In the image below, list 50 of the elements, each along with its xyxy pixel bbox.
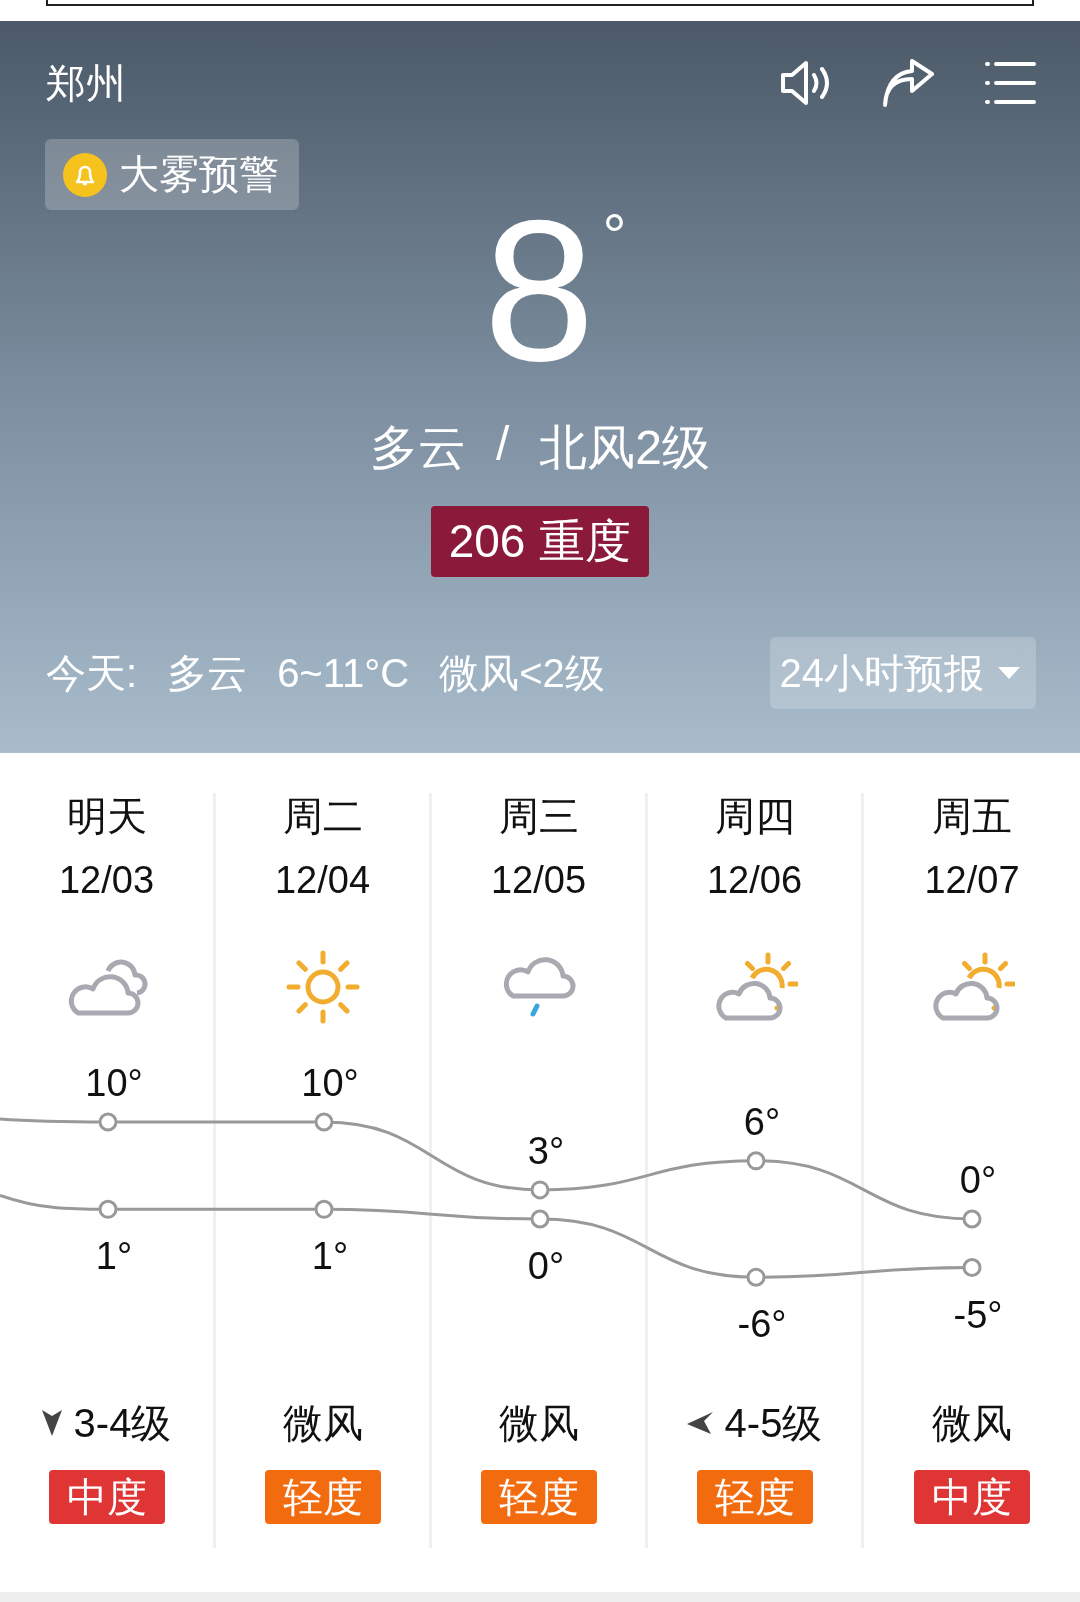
date-label: 12/03: [58, 859, 155, 902]
high-temperature-label: 3°: [527, 1129, 565, 1172]
wind-direction-icon: [41, 1410, 62, 1436]
day-label: 周二: [282, 793, 363, 839]
day-label: 周四: [714, 793, 795, 839]
air-quality-badge: 中度: [48, 1470, 165, 1524]
low-temperature-label: -5°: [953, 1293, 1003, 1336]
wind-level: 3-4级: [73, 1399, 172, 1447]
high-temperature-label: 0°: [959, 1159, 997, 1201]
date-label: 12/05: [490, 859, 587, 902]
low-temperature-label: 1°: [311, 1235, 349, 1278]
temperature-range: 6~11°C: [277, 650, 410, 696]
weather-condition: 多云: [369, 420, 466, 476]
today-condition: 多云: [167, 649, 248, 697]
wind-level: 4-5级: [724, 1399, 823, 1447]
speaker-icon[interactable]: [780, 60, 832, 106]
date-label: 12/07: [924, 859, 1020, 902]
fog-warning-badge[interactable]: 大雾预警: [45, 139, 299, 210]
city-name: 郑州: [46, 59, 127, 107]
menu-icon[interactable]: [984, 60, 1036, 106]
day-label: 周五: [932, 793, 1012, 839]
share-icon[interactable]: [882, 59, 934, 107]
low-temperature-label: 1°: [95, 1235, 133, 1278]
date-label: 12/06: [706, 859, 803, 902]
date-label: 12/04: [274, 859, 371, 902]
wind-info: 北风2级: [539, 420, 710, 476]
current-temperature: 8: [483, 206, 595, 376]
day-label: 明天: [66, 793, 147, 839]
air-quality-badge: 206 重度: [430, 506, 650, 577]
wind-level: 微风: [932, 1399, 1012, 1447]
degree-mark: °: [602, 206, 627, 271]
high-temperature-label: 10°: [301, 1062, 359, 1104]
today-wind: 微风<2级: [439, 649, 605, 697]
today-label: 今天:: [46, 649, 138, 697]
air-quality-badge: 轻度: [480, 1470, 597, 1524]
low-temperature-label: 0°: [527, 1245, 565, 1287]
dropdown-caret-icon: [998, 667, 1020, 679]
wind-level: 微风: [498, 1399, 579, 1447]
wind-level: 微风: [282, 1399, 363, 1447]
separator: /: [495, 416, 510, 472]
low-temperature-label: -6°: [737, 1303, 787, 1346]
air-quality-badge: 轻度: [696, 1470, 813, 1524]
high-temperature-label: 10°: [85, 1062, 143, 1104]
wind-direction-icon: [686, 1412, 713, 1434]
high-temperature-label: 6°: [743, 1100, 781, 1143]
hourly-forecast-button[interactable]: 24小时预报: [769, 637, 1036, 709]
air-quality-badge: 轻度: [264, 1470, 381, 1524]
air-quality-badge: 中度: [914, 1470, 1030, 1524]
bell-icon: [63, 152, 107, 197]
day-label: 周三: [498, 793, 579, 839]
